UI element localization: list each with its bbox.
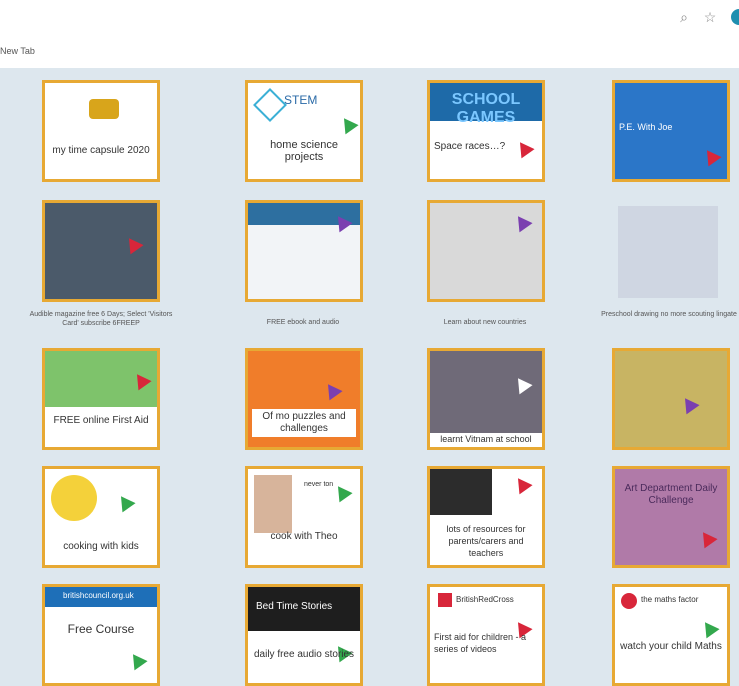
header-text: BritishRedCross bbox=[456, 595, 514, 604]
green-cursor-icon bbox=[337, 113, 359, 135]
tile-text: daily free audio stories bbox=[253, 649, 355, 660]
tile-grid: my time capsule 2020 STEM home science p… bbox=[0, 70, 739, 686]
robin-thumbnail bbox=[615, 351, 727, 447]
browser-top-bar: ⌕ ☆ bbox=[0, 0, 739, 35]
tile-text: cooking with kids bbox=[63, 541, 139, 552]
star-icon[interactable]: ☆ bbox=[702, 9, 718, 25]
tile-text: lots of resources for parents/carers and… bbox=[446, 524, 526, 558]
tile-text: Art Department Daily Challenge bbox=[624, 483, 718, 506]
green-cursor-icon bbox=[126, 649, 148, 671]
small-note: never ton bbox=[304, 481, 334, 488]
preschool-thumbnail bbox=[618, 206, 718, 298]
tile-first-aid[interactable]: FREE online First Aid bbox=[42, 348, 160, 450]
tile-text: cook with Theo bbox=[270, 531, 338, 542]
tile-text: my time capsule 2020 bbox=[52, 145, 150, 156]
banner-text: SCHOOL GAMES bbox=[451, 91, 521, 126]
red-cursor-icon bbox=[511, 473, 533, 495]
tab-strip: New Tab bbox=[0, 34, 739, 68]
tile-pe-with-joe[interactable]: P.E. With Joe bbox=[612, 80, 730, 182]
tile-caption: FREE ebook and audio bbox=[266, 319, 340, 326]
stem-logo-icon bbox=[253, 88, 287, 122]
tile-audible[interactable] bbox=[42, 200, 160, 302]
profile-avatar[interactable] bbox=[731, 9, 739, 25]
tile-time-capsule[interactable]: my time capsule 2020 bbox=[42, 80, 160, 182]
tile-cook-with-theo[interactable]: never ton cook with Theo bbox=[245, 466, 363, 568]
tile-red-cross[interactable]: BritishRedCross First aid for children -… bbox=[427, 584, 545, 686]
tile-bedtime-stories[interactable]: Bed Time Stories daily free audio storie… bbox=[245, 584, 363, 686]
tile-ebook[interactable] bbox=[245, 200, 363, 302]
tile-text: FREE online First Aid bbox=[53, 415, 149, 426]
tile-school-games[interactable]: SCHOOL GAMES Space races…? bbox=[427, 80, 545, 182]
tile-text: learnt Vitnam at school bbox=[440, 434, 532, 444]
treasure-chest-icon bbox=[89, 99, 119, 119]
tile-caption: Preschool drawing no more scouting linga… bbox=[601, 311, 737, 318]
tile-text: First aid for children - a series of vid… bbox=[434, 632, 527, 654]
header-text: britishcouncil.org.uk bbox=[63, 591, 134, 600]
tile-text: watch your child Maths bbox=[620, 641, 722, 652]
tile-robin[interactable] bbox=[612, 348, 730, 450]
green-cursor-icon bbox=[698, 617, 720, 639]
tile-caption: Learn about new countries bbox=[443, 319, 527, 326]
person-photo bbox=[254, 475, 292, 533]
tile-british-council[interactable]: britishcouncil.org.uk Free Course bbox=[42, 584, 160, 686]
magazine-thumbnails bbox=[45, 203, 157, 299]
green-cursor-icon bbox=[114, 491, 136, 513]
tile-caption: Audible magazine free 6 Days; Select 'Vi… bbox=[29, 311, 173, 327]
search-icon[interactable]: ⌕ bbox=[676, 9, 692, 25]
video-thumbnail bbox=[430, 351, 542, 433]
tile-art[interactable]: Art Department Daily Challenge bbox=[612, 466, 730, 568]
tile-maths-factor[interactable]: the maths factor watch your child Maths bbox=[612, 584, 730, 686]
cooking-thumbnail bbox=[51, 475, 97, 521]
tile-stem[interactable]: STEM home science projects bbox=[245, 80, 363, 182]
tile-text: Free Course bbox=[67, 622, 135, 636]
header-text: the maths factor bbox=[641, 595, 699, 604]
tile-puzzles[interactable]: Of mo puzzles and challenges bbox=[245, 348, 363, 450]
green-cursor-icon bbox=[331, 481, 353, 503]
tile-cooking[interactable]: cooking with kids bbox=[42, 466, 160, 568]
tile-new-countries[interactable] bbox=[427, 200, 545, 302]
tile-preschool[interactable] bbox=[612, 200, 730, 302]
red-cross-icon bbox=[438, 593, 452, 607]
tile-vitnam[interactable]: learnt Vitnam at school bbox=[427, 348, 545, 450]
tile-resources[interactable]: lots of resources for parents/carers and… bbox=[427, 466, 545, 568]
tile-text: P.E. With Joe bbox=[619, 122, 673, 132]
header-text: Bed Time Stories bbox=[256, 601, 333, 612]
stem-logo-text: STEM bbox=[284, 93, 318, 107]
tab-title: New Tab bbox=[0, 46, 35, 56]
tile-text: home science projects bbox=[270, 139, 338, 163]
maths-logo-icon bbox=[621, 593, 637, 609]
tile-text: Of mo puzzles and challenges bbox=[252, 409, 356, 437]
logo-panel bbox=[430, 469, 492, 515]
